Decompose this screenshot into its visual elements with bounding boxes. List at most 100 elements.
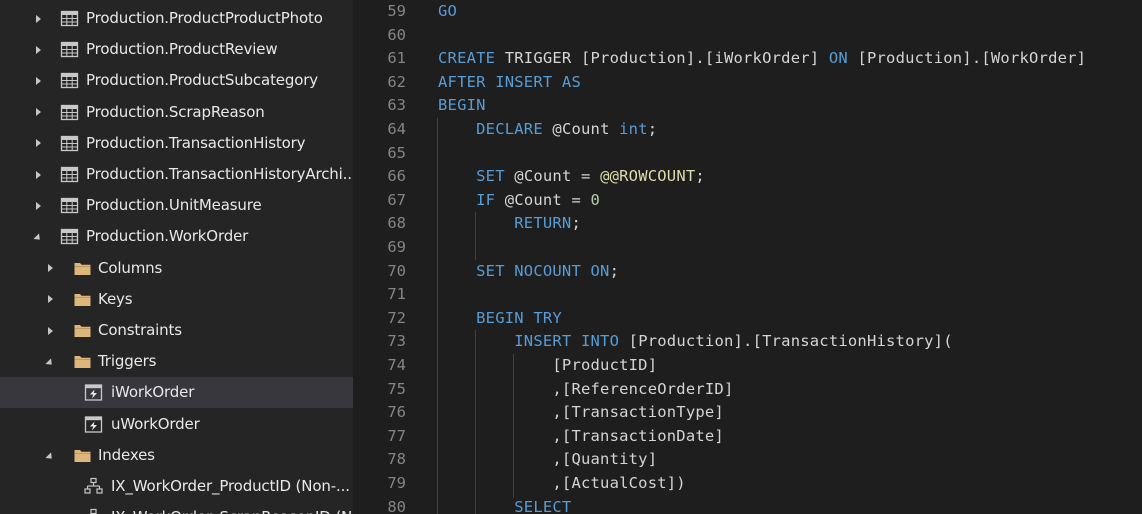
code-line[interactable]: 80 SELECT [353, 496, 1142, 514]
code-token: @Count [542, 120, 620, 138]
tree-item[interactable]: Production.ProductProductPhoto [0, 3, 353, 34]
code-line[interactable]: 76 ,[TransactionType] [353, 401, 1142, 425]
line-number: 62 [387, 72, 406, 91]
tree-item[interactable]: Production.ScrapReason [0, 97, 353, 128]
expand-chevron-icon[interactable] [32, 190, 44, 221]
code-line[interactable]: 71 [353, 283, 1142, 307]
code-text: CREATE TRIGGER [Production].[iWorkOrder]… [438, 47, 1086, 71]
line-number: 67 [387, 190, 406, 209]
table-icon [60, 71, 79, 90]
line-number: 71 [387, 285, 406, 304]
tree-item-label: Indexes [98, 445, 155, 464]
code-line[interactable]: 72 BEGIN TRY [353, 307, 1142, 331]
expand-chevron-icon[interactable] [32, 3, 44, 34]
expand-chevron-icon[interactable] [44, 253, 56, 284]
code-line[interactable]: 59 GO [353, 0, 1142, 24]
code-token: SET NOCOUNT ON [476, 261, 610, 280]
code-line[interactable]: 61 CREATE TRIGGER [Production].[iWorkOrde… [353, 47, 1142, 71]
tree-item[interactable]: iWorkOrder [0, 377, 353, 409]
code-token: @Count = [504, 167, 601, 186]
code-line[interactable]: 75 ,[ReferenceOrderID] [353, 378, 1142, 402]
code-line[interactable]: 62 AFTER INSERT AS [353, 71, 1142, 95]
expand-chevron-icon[interactable] [32, 34, 44, 65]
expand-chevron-icon[interactable] [32, 128, 44, 159]
tree-item[interactable]: Production.UnitMeasure [0, 190, 353, 221]
tree-item[interactable]: Constraints [0, 315, 353, 346]
tree-item[interactable]: Production.ProductReview [0, 34, 353, 65]
collapse-chevron-icon[interactable] [44, 346, 56, 377]
expand-chevron-icon[interactable] [32, 65, 44, 96]
expand-chevron-icon[interactable] [32, 97, 44, 128]
code-token: [Production].[WorkOrder] [847, 49, 1087, 68]
line-number: 80 [387, 497, 406, 514]
code-text: IF @Count = 0 [438, 189, 600, 213]
code-token: ; [695, 167, 705, 186]
code-line[interactable]: 69 [353, 236, 1142, 260]
code-text: GO [438, 0, 457, 24]
tree-item-label: Production.UnitMeasure [86, 196, 262, 215]
tree-item[interactable]: Production.TransactionHistoryArchi... [0, 159, 353, 190]
line-number: 76 [387, 403, 406, 422]
sql-editor[interactable]: 59 GO 60 61 CREATE TRIGGER [Production].[iWo… [353, 0, 1142, 514]
tree-item[interactable]: Production.ProductSubcategory [0, 65, 353, 96]
code-token: SELECT [514, 497, 572, 514]
code-token: ,[ActualCost]) [438, 474, 686, 492]
code-token: BEGIN [438, 96, 486, 115]
table-icon [60, 196, 79, 215]
code-token: int [619, 120, 648, 138]
table-icon [60, 165, 79, 184]
code-token: AFTER INSERT AS [438, 72, 581, 91]
code-text: ,[Quantity] [438, 448, 657, 472]
code-token: ,[TransactionDate] [438, 426, 724, 445]
code-line[interactable]: 63 BEGIN [353, 94, 1142, 118]
folder-icon [73, 321, 92, 340]
code-line[interactable]: 60 [353, 24, 1142, 48]
line-number: 69 [387, 238, 406, 256]
code-line[interactable]: 67 IF @Count = 0 [353, 189, 1142, 213]
line-number: 64 [387, 120, 406, 138]
code-line[interactable]: 73 INSERT INTO [Production].[Transaction… [353, 330, 1142, 354]
collapse-chevron-icon[interactable] [32, 221, 44, 252]
expand-chevron-icon[interactable] [44, 315, 56, 346]
code-line[interactable]: 65 [353, 142, 1142, 166]
code-text: BEGIN [438, 94, 486, 118]
code-text: INSERT INTO [Production].[TransactionHis… [438, 330, 953, 354]
code-text: SET @Count = @@ROWCOUNT; [438, 165, 705, 189]
tree-item[interactable]: Triggers [0, 346, 353, 377]
object-explorer-tree[interactable]: Production.ProductProductPhoto Production… [0, 0, 353, 514]
tree-item[interactable]: Production.TransactionHistory [0, 128, 353, 159]
code-token: ,[ReferenceOrderID] [438, 379, 734, 398]
code-token: ,[Quantity] [438, 450, 658, 469]
tree-item[interactable]: IX_WorkOrder_ScrapReasonID (Non-... [0, 502, 353, 514]
tree-item-label: IX_WorkOrder_ProductID (Non-... [111, 477, 350, 495]
tree-item[interactable]: IX_WorkOrder_ProductID (Non-... [0, 471, 353, 502]
code-token: IF [476, 190, 496, 209]
tree-item[interactable]: Indexes [0, 440, 353, 471]
folder-icon [73, 259, 92, 278]
code-line[interactable]: 77 ,[TransactionDate] [353, 425, 1142, 449]
code-line[interactable]: 66 SET @Count = @@ROWCOUNT; [353, 165, 1142, 189]
folder-icon [73, 446, 92, 465]
code-line[interactable]: 79 ,[ActualCost]) [353, 472, 1142, 496]
collapse-chevron-icon[interactable] [44, 440, 56, 471]
code-token: ,[TransactionType] [438, 403, 724, 422]
line-number: 70 [387, 261, 406, 280]
line-number: 68 [387, 214, 406, 233]
code-line[interactable]: 68 RETURN; [353, 212, 1142, 236]
tree-item[interactable]: uWorkOrder [0, 409, 353, 440]
code-line[interactable]: 64 DECLARE @Count int; [353, 118, 1142, 142]
code-line[interactable]: 74 [ProductID] [353, 354, 1142, 378]
line-number: 63 [387, 96, 406, 115]
tree-item-label: Columns [98, 258, 163, 277]
tree-item[interactable]: Production.WorkOrder [0, 221, 353, 252]
code-token: [ProductID] [438, 356, 658, 374]
index-icon [84, 477, 103, 496]
tree-item[interactable]: Keys [0, 284, 353, 315]
code-line[interactable]: 78 ,[Quantity] [353, 448, 1142, 472]
code-line[interactable]: 70 SET NOCOUNT ON; [353, 260, 1142, 284]
tree-item[interactable]: Columns [0, 253, 353, 284]
code-text: ,[ReferenceOrderID] [438, 378, 734, 402]
expand-chevron-icon[interactable] [32, 159, 44, 190]
expand-chevron-icon[interactable] [44, 284, 56, 315]
